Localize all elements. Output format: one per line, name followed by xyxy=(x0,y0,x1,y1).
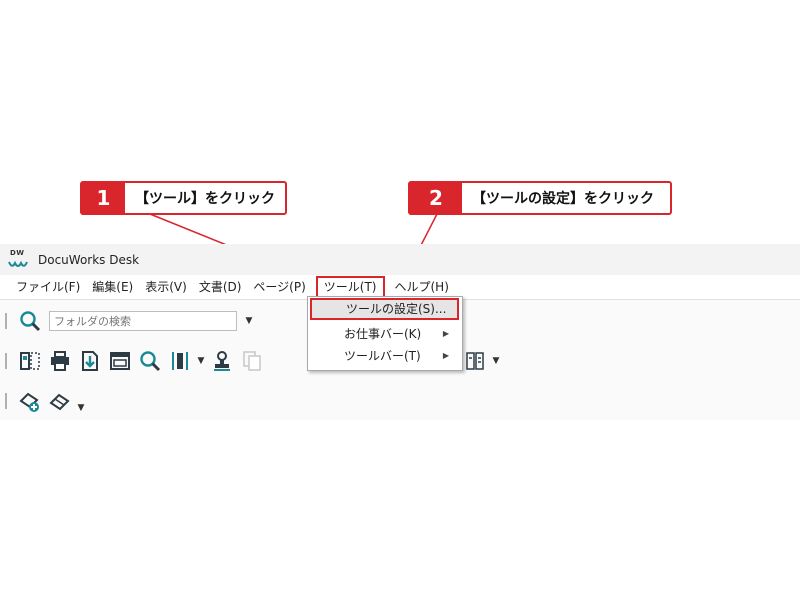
split-view-icon[interactable] xyxy=(15,346,45,376)
menu-item-toolbar[interactable]: ツールバー(T) ▶ xyxy=(310,345,459,367)
callout-step-2: 2 【ツールの設定】をクリック xyxy=(408,181,672,215)
menu-file[interactable]: ファイル(F) xyxy=(10,276,86,298)
zoom-icon[interactable] xyxy=(135,346,165,376)
new-annotation-icon[interactable] xyxy=(15,386,45,416)
window-title: DocuWorks Desk xyxy=(38,252,140,267)
annotation-toolbar: ▼ xyxy=(0,384,87,418)
search-toolbar: ▼ xyxy=(0,304,255,338)
binder-icon[interactable] xyxy=(165,346,195,376)
binder-dropdown-icon[interactable]: ▼ xyxy=(195,356,207,366)
menu-view[interactable]: 表示(V) xyxy=(139,276,193,298)
app-logo-icon: DW xyxy=(8,249,28,271)
eraser-icon[interactable] xyxy=(45,386,75,416)
annotation-dropdown-icon[interactable]: ▼ xyxy=(75,403,87,413)
menu-item-label: ツールの設定(S)... xyxy=(346,302,447,316)
search-icon[interactable] xyxy=(15,306,45,336)
copy-icon xyxy=(237,346,267,376)
toolbar-grip[interactable] xyxy=(5,353,7,369)
logo-text: DW xyxy=(10,248,25,257)
callout-step-1: 1 【ツール】をクリック xyxy=(80,181,287,215)
menu-item-label: お仕事バー(K) xyxy=(344,327,422,341)
submenu-arrow-icon: ▶ xyxy=(442,329,449,338)
import-icon[interactable] xyxy=(75,346,105,376)
columns-icon[interactable] xyxy=(460,346,490,376)
columns-dropdown-icon[interactable]: ▼ xyxy=(490,356,502,366)
viewer-window-icon[interactable] xyxy=(105,346,135,376)
callout-number: 1 xyxy=(82,183,125,213)
menu-document[interactable]: 文書(D) xyxy=(193,276,248,298)
print-icon[interactable] xyxy=(45,346,75,376)
submenu-arrow-icon: ▶ xyxy=(442,351,449,360)
search-dropdown-icon[interactable]: ▼ xyxy=(243,316,255,326)
main-toolbar: ▼ xyxy=(0,344,267,378)
menu-tools[interactable]: ツール(T) xyxy=(315,276,385,298)
title-bar: DW DocuWorks Desk xyxy=(0,244,800,275)
menu-help[interactable]: ヘルプ(H) xyxy=(389,276,455,298)
menu-item-work-bar[interactable]: お仕事バー(K) ▶ xyxy=(310,323,459,345)
menu-edit[interactable]: 編集(E) xyxy=(86,276,139,298)
toolbar-grip[interactable] xyxy=(5,393,7,409)
menu-item-tool-settings[interactable]: ツールの設定(S)... xyxy=(310,298,459,320)
callout-text: 【ツールの設定】をクリック xyxy=(472,191,654,207)
toolbar-grip[interactable] xyxy=(5,313,7,329)
menu-item-label: ツールバー(T) xyxy=(344,349,421,363)
folder-search-input[interactable] xyxy=(49,311,237,331)
callout-number: 2 xyxy=(410,183,462,213)
callout-text: 【ツール】をクリック xyxy=(135,191,275,207)
stamp-icon[interactable] xyxy=(207,346,237,376)
right-tool-group: ▼ xyxy=(460,344,502,378)
menu-page[interactable]: ページ(P) xyxy=(247,276,311,298)
tools-dropdown-menu: ツールの設定(S)... お仕事バー(K) ▶ ツールバー(T) ▶ xyxy=(307,296,463,371)
